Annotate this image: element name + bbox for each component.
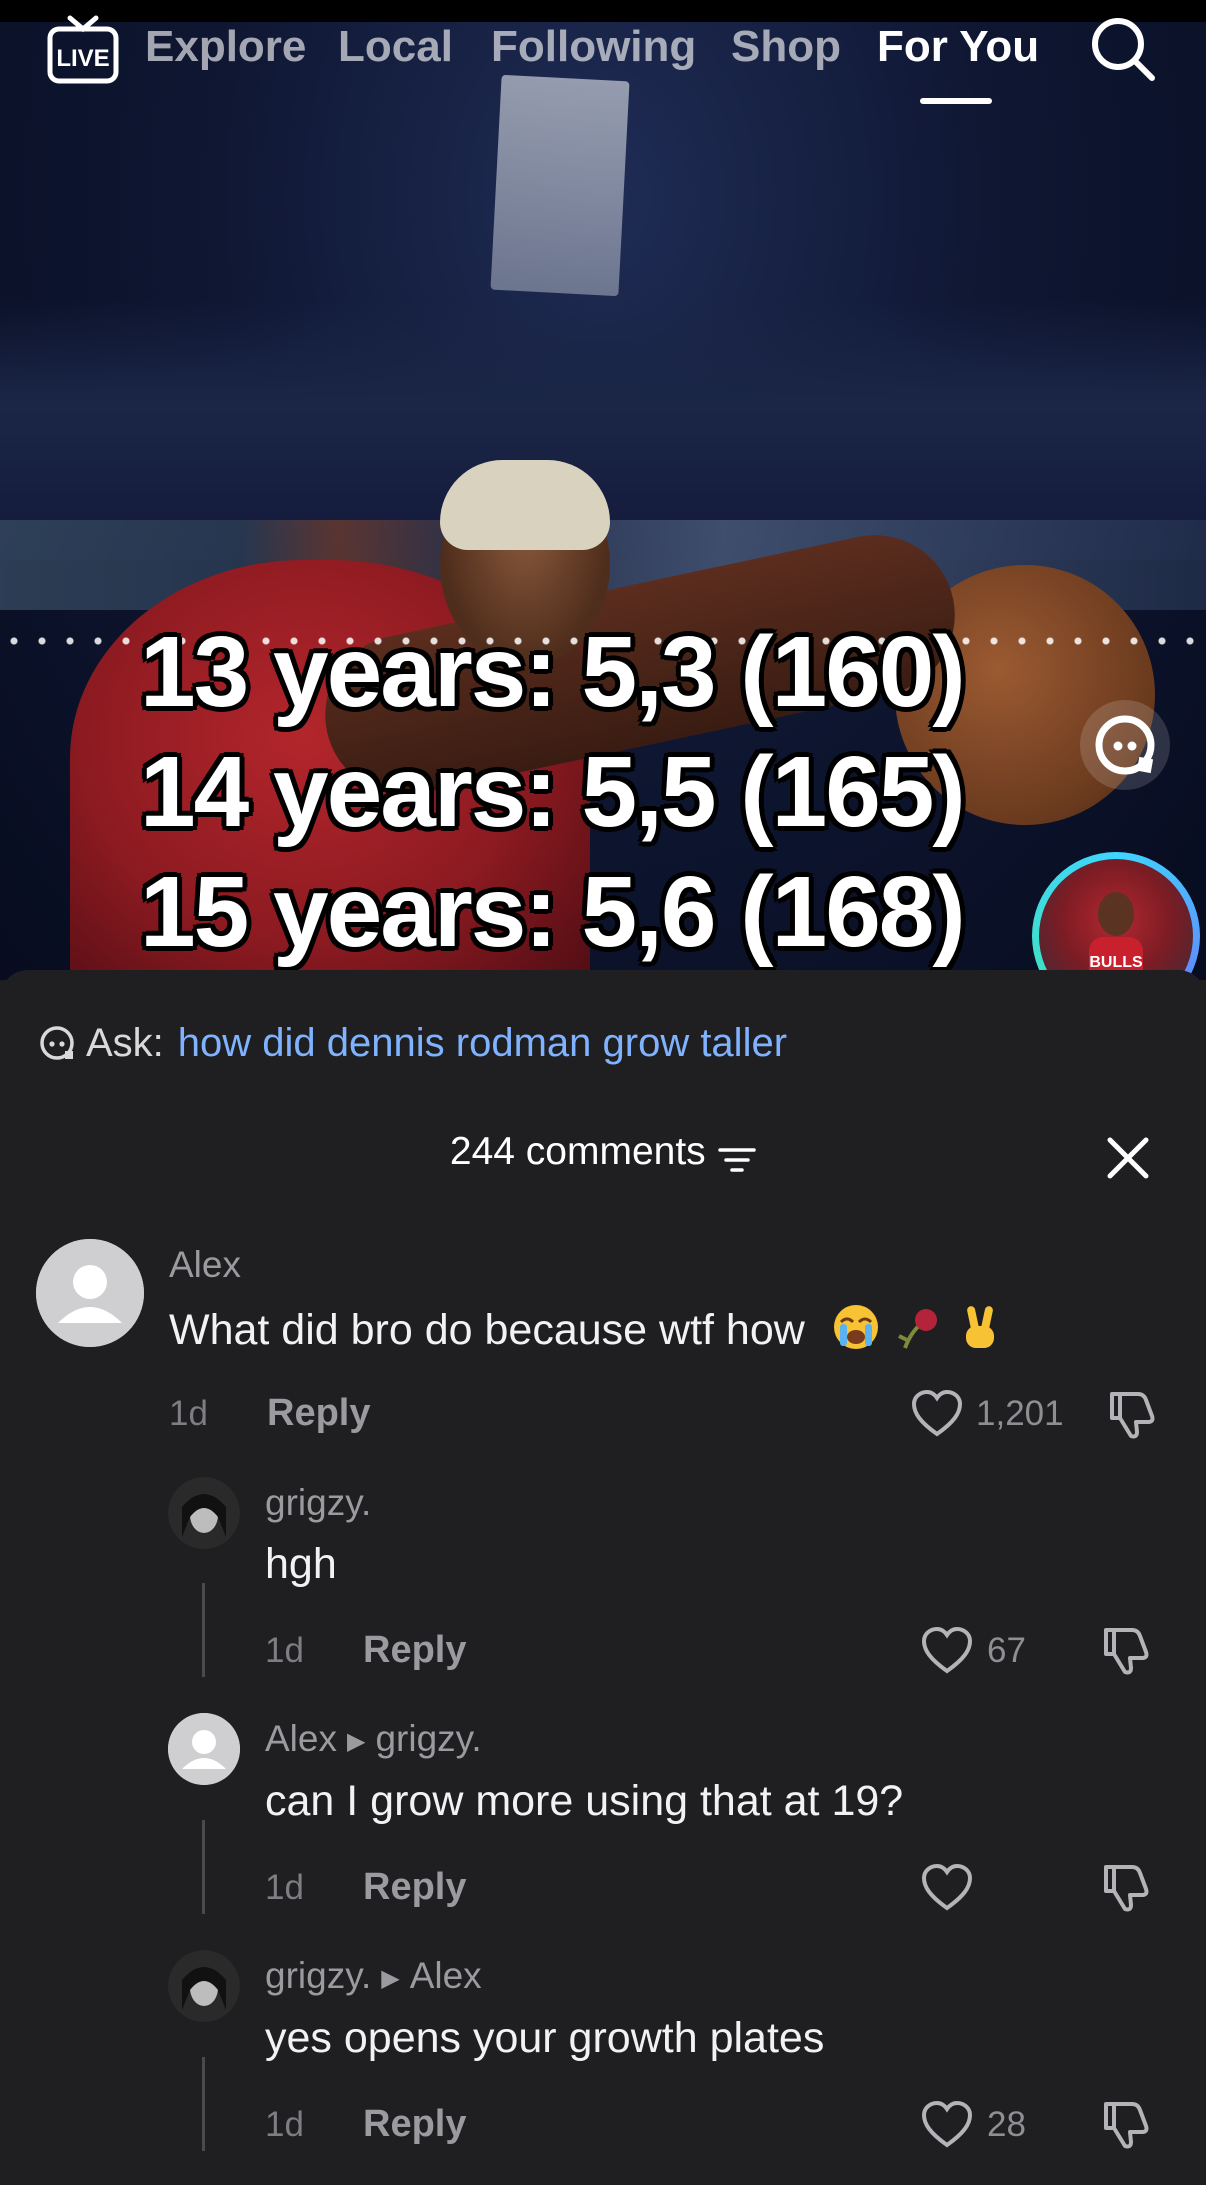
- sort-filter-button[interactable]: [718, 1145, 756, 1175]
- comment-text: hgh: [265, 1540, 337, 1588]
- default-avatar-icon: [36, 1239, 144, 1347]
- dislike-icon[interactable]: [1100, 1622, 1154, 1676]
- thread-line: [202, 1820, 205, 1914]
- search-icon: [1092, 18, 1155, 81]
- comment-author[interactable]: grigzy.: [265, 1955, 371, 1996]
- comment-time: 1d: [265, 2105, 304, 2144]
- active-tab-indicator: [920, 98, 992, 104]
- comment-username[interactable]: grigzy.: [265, 1482, 371, 1524]
- dislike-icon[interactable]: [1100, 2096, 1154, 2150]
- live-tv-icon: LIVE: [47, 15, 119, 84]
- close-comments-button[interactable]: [1104, 1134, 1152, 1182]
- player-hair: [440, 460, 610, 550]
- comment-username: Alex ▶ grigzy.: [265, 1718, 482, 1760]
- creator-avatar[interactable]: BULLS 91: [1032, 852, 1200, 980]
- ask-label: Ask:: [86, 1020, 164, 1065]
- tab-following[interactable]: Following: [491, 22, 696, 72]
- thread-line: [202, 2057, 205, 2151]
- svg-text:BULLS: BULLS: [1089, 954, 1143, 971]
- video-caption-line: 15 years: 5,6 (168): [140, 856, 966, 968]
- video-caption-line: 14 years: 5,5 (165): [140, 736, 966, 848]
- close-icon: [1107, 1137, 1149, 1179]
- reply-button[interactable]: Reply: [267, 1392, 370, 1435]
- ai-assistant-button[interactable]: [1080, 700, 1170, 790]
- like-count: 28: [987, 2105, 1026, 2144]
- dislike-icon[interactable]: [1106, 1386, 1160, 1440]
- user-photo-avatar: [168, 1477, 240, 1549]
- ask-query-link[interactable]: how did dennis rodman grow taller: [178, 1021, 787, 1066]
- reply-button[interactable]: Reply: [363, 1629, 466, 1672]
- top-navigation: LIVE Explore Local Following Shop For Yo…: [0, 0, 1206, 110]
- comment-time: 1d: [265, 1631, 304, 1670]
- tab-local[interactable]: Local: [338, 22, 453, 72]
- search-button[interactable]: [1088, 14, 1158, 84]
- ask-ai-suggestion[interactable]: Ask: how did dennis rodman grow taller: [38, 1018, 787, 1068]
- comment-time: 1d: [265, 1868, 304, 1907]
- filter-icon: [718, 1148, 756, 1172]
- video-caption-line: 13 years: 5,3 (160): [140, 616, 966, 728]
- comment-username[interactable]: Alex: [169, 1244, 241, 1286]
- comment-text: can I grow more using that at 19?: [265, 1777, 904, 1825]
- comment-time: 1d: [169, 1394, 208, 1433]
- reply-button[interactable]: Reply: [363, 1866, 466, 1909]
- user-photo-avatar: [168, 1950, 240, 2022]
- reply-target[interactable]: grigzy.: [375, 1718, 481, 1759]
- video-player[interactable]: 13 years: 5,3 (160) 14 years: 5,5 (165) …: [0, 0, 1206, 980]
- thread-line: [202, 1583, 205, 1677]
- tab-explore[interactable]: Explore: [145, 22, 306, 72]
- wilted-rose-emoji: [893, 1302, 943, 1363]
- reply-to-arrow-icon: ▶: [346, 1727, 366, 1755]
- comments-count: 244 comments: [449, 1130, 706, 1173]
- ai-face-icon: [40, 1026, 74, 1060]
- reply-to-arrow-icon: ▶: [381, 1964, 400, 1992]
- default-avatar-icon: [168, 1713, 240, 1785]
- heart-icon[interactable]: [920, 2099, 974, 2149]
- comment-author[interactable]: Alex: [265, 1718, 337, 1759]
- svg-text:LIVE: LIVE: [56, 45, 109, 72]
- comment-username: grigzy. ▶ Alex: [265, 1955, 482, 1997]
- reply-button[interactable]: Reply: [363, 2103, 466, 2146]
- avatar[interactable]: [168, 1713, 240, 1785]
- ai-face-icon: [1095, 715, 1155, 775]
- comment-text: What did bro do because wtf how: [169, 1302, 1005, 1363]
- live-button[interactable]: LIVE: [46, 10, 120, 86]
- heart-icon[interactable]: [920, 1862, 974, 1912]
- heart-icon[interactable]: [910, 1388, 964, 1438]
- crying-face-emoji: [831, 1302, 881, 1363]
- like-count: 1,201: [976, 1394, 1064, 1433]
- tab-for-you[interactable]: For You: [877, 22, 1039, 72]
- reply-target[interactable]: Alex: [410, 1955, 482, 1996]
- avatar[interactable]: [168, 1950, 240, 2022]
- creator-avatar-image: BULLS 91: [1039, 859, 1193, 980]
- like-count: 67: [987, 1631, 1026, 1670]
- tab-shop[interactable]: Shop: [731, 22, 841, 72]
- dislike-icon[interactable]: [1100, 1859, 1154, 1913]
- victory-hand-emoji: [955, 1302, 1005, 1363]
- avatar[interactable]: [36, 1239, 144, 1347]
- avatar[interactable]: [168, 1477, 240, 1549]
- comments-header: 244 comments: [0, 1130, 1206, 1175]
- heart-icon[interactable]: [920, 1625, 974, 1675]
- comment-text: yes opens your growth plates: [265, 2014, 825, 2062]
